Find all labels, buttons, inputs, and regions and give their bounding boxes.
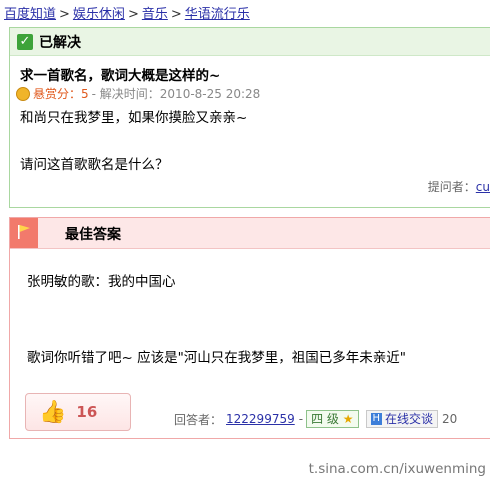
best-answer-header: 最佳答案 [10,218,490,249]
breadcrumb: 百度知道 > 娱乐休闲 > 音乐 > 华语流行乐 [4,3,250,22]
answerer-dash: - [298,412,304,426]
watermark: t.sina.com.cn/ixuwenming [308,461,486,477]
like-count: 16 [76,403,98,421]
answer-trailing-text: 20 [442,412,458,426]
answerer-link[interactable]: 122299759 [226,412,295,426]
breadcrumb-separator: > [170,7,182,22]
breadcrumb-item-entertainment[interactable]: 娱乐休闲 [73,7,125,22]
question-line-2: 请问这首歌歌名是什么？ [20,157,169,173]
like-button[interactable]: 👍 16 [25,393,131,431]
best-answer-title: 最佳答案 [65,227,121,243]
breadcrumb-separator: > [127,7,139,22]
level-label: 四 级 [311,412,339,426]
question-header: ✓ 已解决 [10,28,490,56]
breadcrumb-item-chinese-pop[interactable]: 华语流行乐 [185,7,250,22]
resolved-time: - 解决时间：2010-8-25 20:28 [91,87,261,101]
question-status: 已解决 [39,34,81,51]
online-chat-button[interactable]: H 在线交谈 [365,410,439,428]
answerer-label: 回答者： [174,412,223,427]
level-badge: 四 级 ★ [306,410,359,428]
answer-line-1: 张明敏的歌：我的中国心 [27,274,176,290]
flag-badge [10,218,38,248]
breadcrumb-item-baidu-zhidao[interactable]: 百度知道 [4,7,56,22]
thumbs-up-icon: 👍 [39,399,67,425]
check-icon: ✓ [17,33,33,50]
answer-line-2: 歌词你听错了吧~ 应该是"河山只在我梦里，祖国已多年未亲近" [27,350,407,366]
breadcrumb-item-music[interactable]: 音乐 [142,7,168,22]
chat-label: 在线交谈 [385,412,434,426]
best-answer-panel: 最佳答案 张明敏的歌：我的中国心 歌词你听错了吧~ 应该是"河山只在我梦里，祖国… [9,217,490,439]
breadcrumb-separator: > [59,7,70,22]
star-icon: ★ [342,412,354,426]
asker-label: 提问者： [427,180,476,194]
question-meta: 悬赏分：5 - 解决时间：2010-8-25 20:28 [16,85,260,102]
bounty-label: 悬赏分：5 [33,87,89,101]
flag-icon [18,225,30,239]
question-title: 求一首歌名，歌词大概是这样的~ [20,68,221,84]
asker-info: 提问者：cu [428,178,490,195]
asker-link[interactable]: cu [476,180,490,194]
answerer-info: 回答者： 122299759 - 四 级 ★ H 在线交谈 20 [174,410,457,428]
question-line-1: 和尚只在我梦里，如果你摸脸又亲亲~ [20,110,248,126]
chat-icon: H [370,413,383,425]
coin-icon [16,86,30,101]
